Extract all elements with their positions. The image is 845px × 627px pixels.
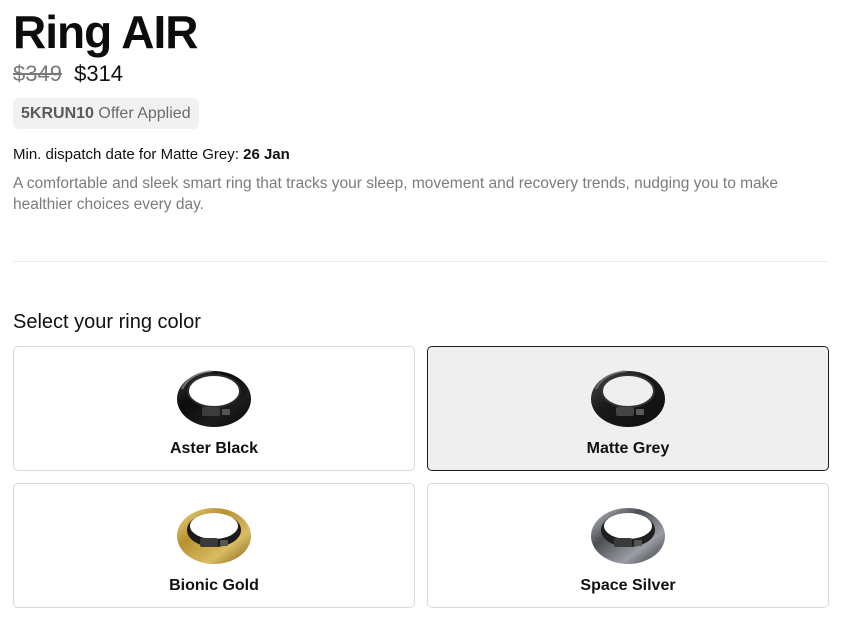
product-title: Ring AIR bbox=[13, 6, 198, 58]
color-section-title: Select your ring color bbox=[13, 311, 201, 333]
current-price: $314 bbox=[74, 61, 124, 86]
ring-matte-grey-icon bbox=[591, 370, 665, 427]
dispatch-label: Min. dispatch date for Matte Grey: bbox=[13, 146, 239, 163]
color-option-label: Bionic Gold bbox=[169, 577, 259, 594]
product-description: A comfortable and sleek smart ring that … bbox=[13, 175, 779, 213]
color-option-label: Aster Black bbox=[169, 440, 259, 457]
ring-space-silver-icon bbox=[591, 508, 665, 564]
color-option-matte-grey[interactable]: Matte Grey bbox=[427, 346, 829, 471]
ring-bionic-gold-icon bbox=[177, 508, 251, 564]
color-options-grid: Aster Black Matte Grey Bionic Gold Space… bbox=[13, 346, 829, 608]
color-option-space-silver[interactable]: Space Silver bbox=[427, 483, 829, 608]
color-option-bionic-gold[interactable]: Bionic Gold bbox=[13, 483, 415, 608]
offer-badge: 5KRUN10 Offer Applied bbox=[13, 98, 199, 129]
dispatch-info: Min. dispatch date for Matte Grey: 26 Ja… bbox=[13, 145, 290, 165]
divider bbox=[13, 261, 829, 262]
original-price: $349 bbox=[13, 61, 62, 86]
dispatch-date: 26 Jan bbox=[243, 146, 290, 163]
ring-aster-black-icon bbox=[177, 370, 251, 427]
color-option-aster-black[interactable]: Aster Black bbox=[13, 346, 415, 471]
color-option-label: Space Silver bbox=[580, 577, 676, 594]
color-option-label: Matte Grey bbox=[586, 440, 670, 457]
offer-text: Offer Applied bbox=[98, 105, 191, 122]
offer-code: 5KRUN10 bbox=[21, 105, 94, 122]
price-row: $349 $314 bbox=[13, 60, 123, 88]
